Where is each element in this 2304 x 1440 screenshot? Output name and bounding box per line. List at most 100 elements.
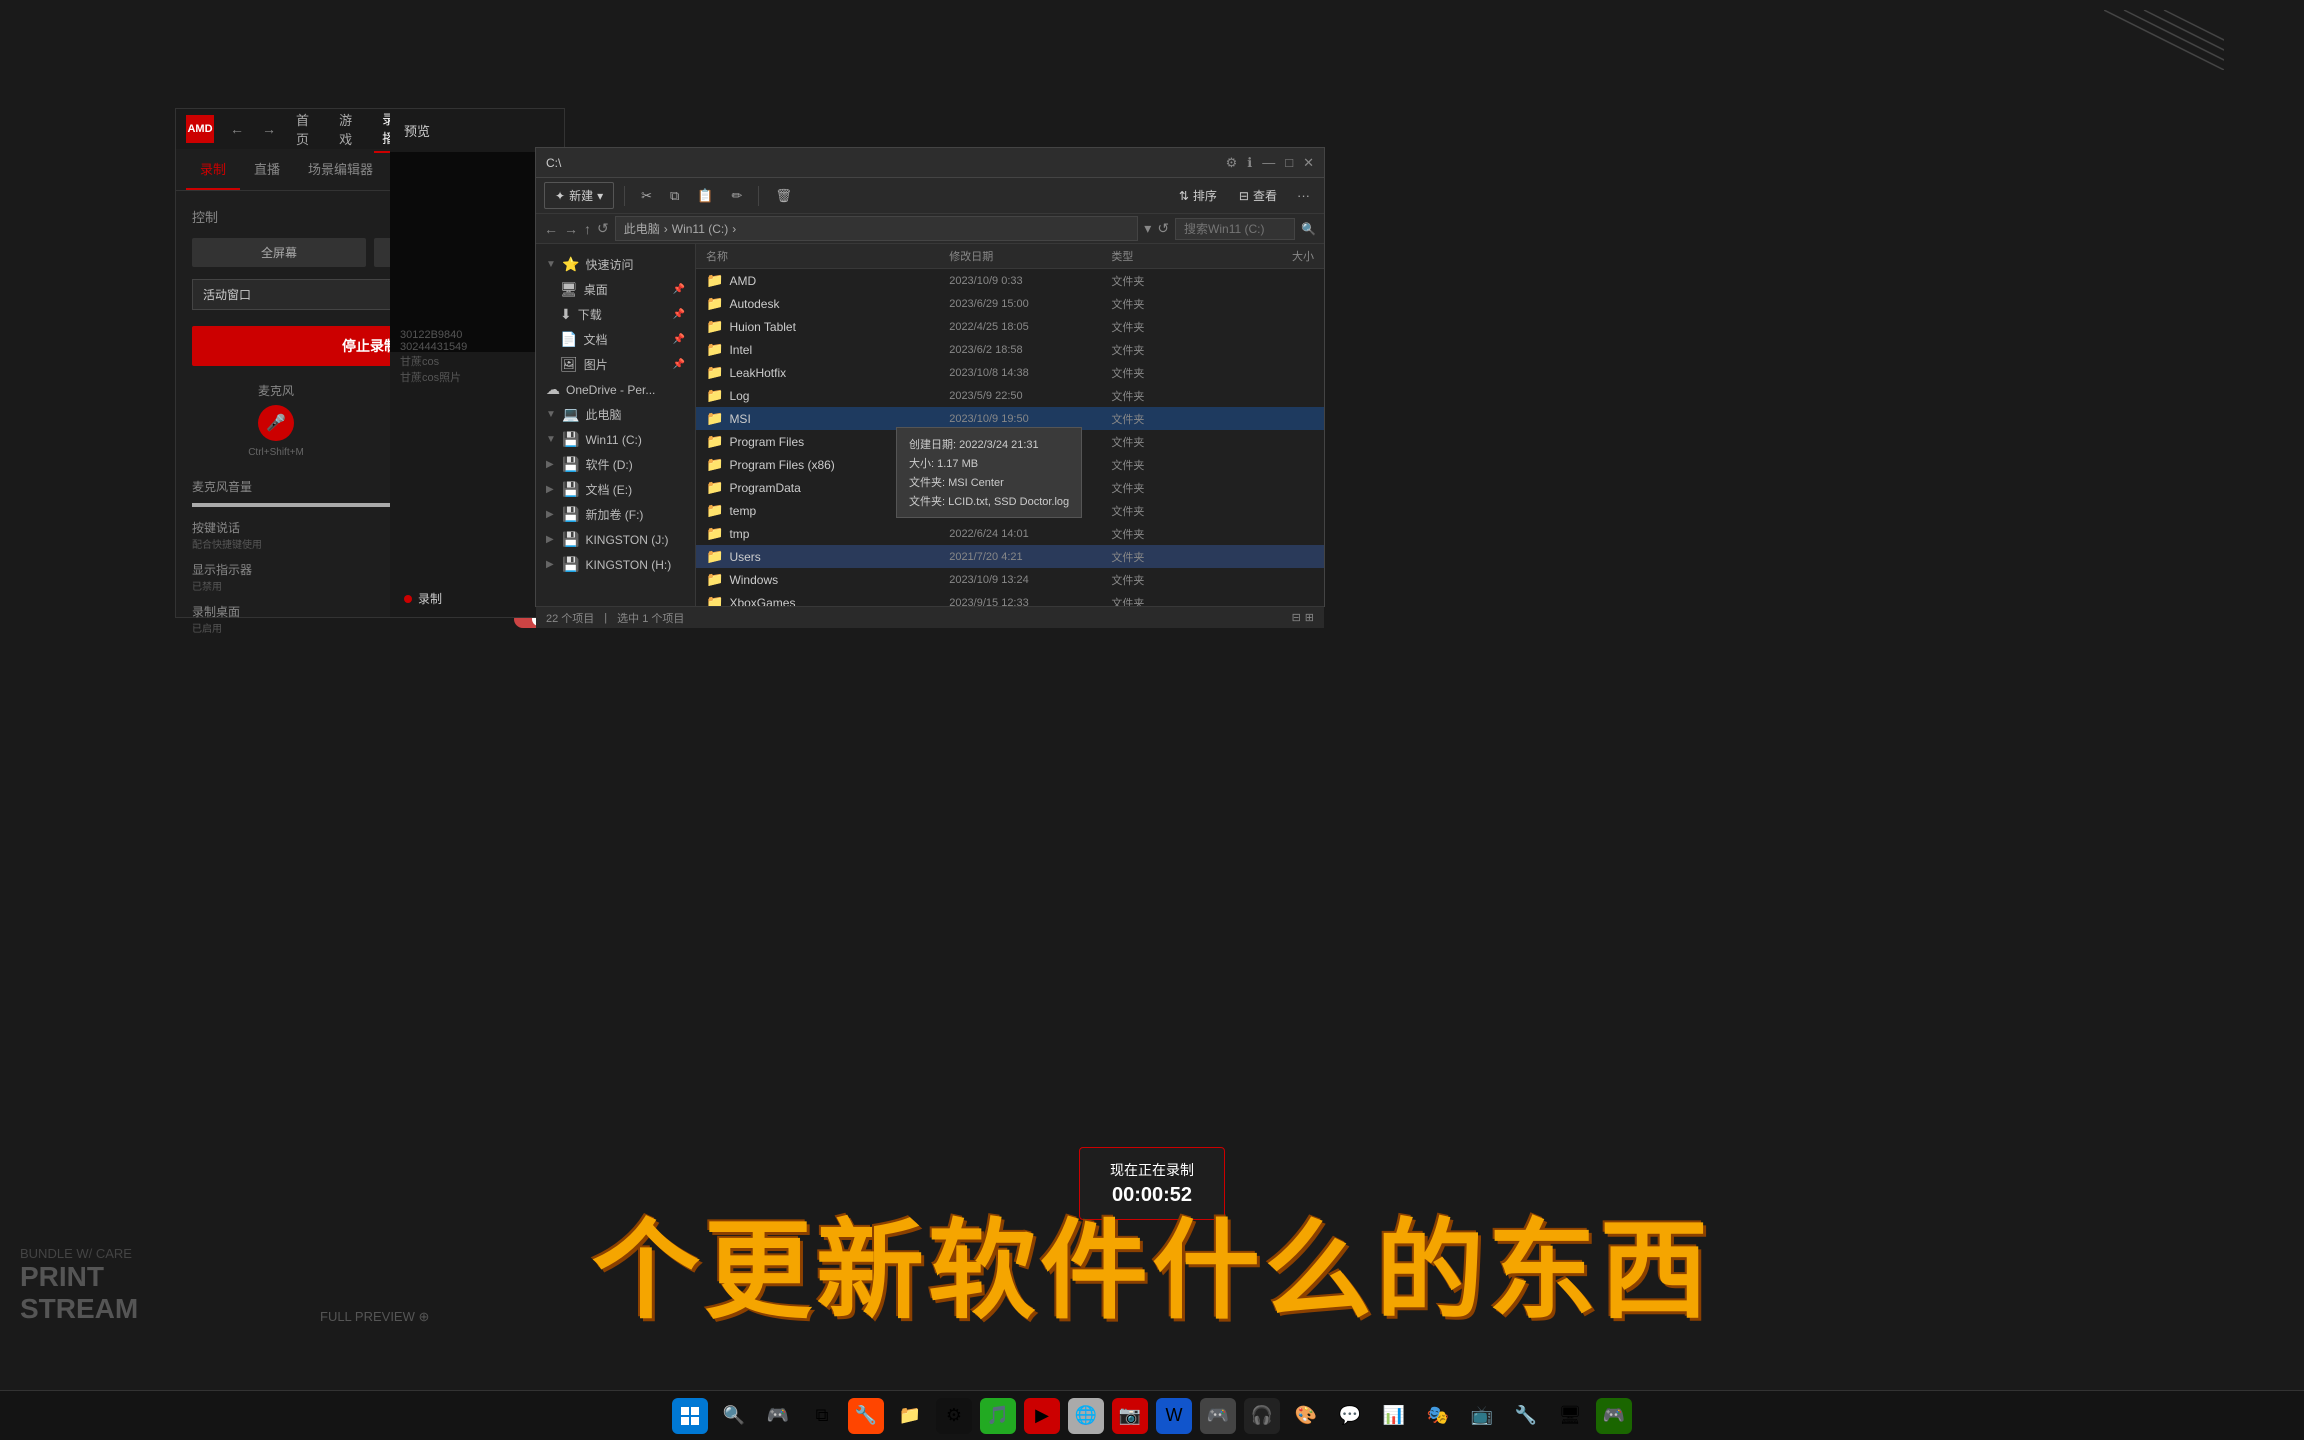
all-screen-btn[interactable]: 全屏幕 <box>192 238 366 267</box>
nav-refresh[interactable]: ↺ <box>597 220 609 237</box>
file-row-amd[interactable]: 📁AMD 2023/10/9 0:33 文件夹 <box>696 269 1324 292</box>
sidebar-pics[interactable]: 🖼 图片 📌 <box>536 352 695 377</box>
file-row-leakhotfix[interactable]: 📁LeakHotfix 2023/10/8 14:38 文件夹 <box>696 361 1324 384</box>
new-btn[interactable]: ✦ 新建 ▾ <box>544 182 614 209</box>
taskbar-widgets[interactable]: 🎮 <box>760 1398 796 1434</box>
sidebar-d[interactable]: ▶ 💾 软件 (D:) <box>536 452 695 477</box>
file-row-intel[interactable]: 📁Intel 2023/6/2 18:58 文件夹 <box>696 338 1324 361</box>
watermark-print: PRINT <box>20 1261 138 1293</box>
nav-up[interactable]: ↑ <box>584 221 591 237</box>
col-type[interactable]: 类型 <box>1111 248 1233 264</box>
nav-forward[interactable]: → <box>564 221 578 237</box>
sidebar-downloads[interactable]: ⬇ 下载 📌 <box>536 302 695 327</box>
taskbar-app1[interactable]: 🔧 <box>848 1398 884 1434</box>
mic-icon[interactable]: 🎤 <box>258 405 294 441</box>
nav-home[interactable]: 首页 <box>288 106 325 152</box>
sidebar-h[interactable]: ▶ 💾 KINGSTON (H:) <box>536 552 695 577</box>
folder-icon: 📁 <box>706 548 723 565</box>
taskbar-app5[interactable]: ▶ <box>1024 1398 1060 1434</box>
file-row-users[interactable]: 📁Users 2021/7/20 4:21 文件夹 <box>696 545 1324 568</box>
nav-forward-btn[interactable]: → <box>256 119 282 139</box>
expand-icon7: ▶ <box>546 534 556 545</box>
onedrive-icon: ☁ <box>546 381 560 398</box>
list-view-btn[interactable]: ⊟ <box>1292 611 1301 624</box>
taskbar-app11[interactable]: 🎨 <box>1288 1398 1324 1434</box>
search-icon[interactable]: 🔍 <box>1301 222 1316 236</box>
nav-back-btn[interactable]: ← <box>224 119 250 139</box>
j-drive-icon: 💾 <box>562 531 579 548</box>
breadcrumb[interactable]: 此电脑 › Win11 (C:) › <box>615 216 1139 241</box>
view-btn[interactable]: ⊟ 查看 <box>1231 183 1285 208</box>
taskbar-app16[interactable]: 🔧 <box>1508 1398 1544 1434</box>
col-name[interactable]: 名称 <box>706 248 949 264</box>
sidebar-docs[interactable]: 📄 文档 📌 <box>536 327 695 352</box>
rename-btn[interactable]: ✏ <box>726 185 749 207</box>
explorer-toolbar: ✦ 新建 ▾ ✂ ⧉ 📋 ✏ 🗑 ⇅ 排序 ⊟ 查看 ··· <box>536 178 1324 214</box>
exp-info-icon[interactable]: ℹ <box>1247 155 1252 171</box>
file-row-tmp[interactable]: 📁tmp 2022/6/24 14:01 文件夹 <box>696 522 1324 545</box>
taskbar-app12[interactable]: 💬 <box>1332 1398 1368 1434</box>
delete-btn[interactable]: 🗑 <box>769 185 798 207</box>
taskbar-windows[interactable] <box>672 1398 708 1434</box>
grid-view-btn[interactable]: ⊞ <box>1305 611 1314 624</box>
sidebar-onedrive[interactable]: ☁ OneDrive - Per... <box>536 377 695 402</box>
status-bar: 22 个项目 | 选中 1 个项目 ⊟ ⊞ <box>536 606 1324 628</box>
taskbar-app17[interactable]: 🖥 <box>1552 1398 1588 1434</box>
taskbar-app2[interactable]: 📁 <box>892 1398 928 1434</box>
sort-btn[interactable]: ⇅ 排序 <box>1171 183 1225 208</box>
exp-close-btn[interactable]: ✕ <box>1303 155 1314 171</box>
file-row-msi[interactable]: 📁MSI 2023/10/9 19:50 文件夹 创建日期: 2022/3/24… <box>696 407 1324 430</box>
status-selected: 选中 1 个项目 <box>617 610 684 626</box>
sidebar-j[interactable]: ▶ 💾 KINGSTON (J:) <box>536 527 695 552</box>
taskbar-search[interactable]: 🔍 <box>716 1398 752 1434</box>
nav-back[interactable]: ← <box>544 221 558 237</box>
file-row-autodesk[interactable]: 📁Autodesk 2023/6/29 15:00 文件夹 <box>696 292 1324 315</box>
more-btn[interactable]: ··· <box>1291 185 1316 206</box>
exp-settings-icon[interactable]: ⚙ <box>1226 155 1238 171</box>
sidebar-desktop[interactable]: 🖥 桌面 📌 <box>536 277 695 302</box>
nav-refresh2[interactable]: ↺ <box>1157 220 1169 237</box>
file-list: 名称 修改日期 类型 大小 📁AMD 2023/10/9 0:33 文件夹 📁A… <box>696 244 1324 606</box>
exp-maximize-btn[interactable]: □ <box>1285 155 1293 171</box>
nav-games[interactable]: 游戏 <box>331 106 368 152</box>
copy-btn[interactable]: ⧉ <box>664 185 685 207</box>
h-drive-icon: 💾 <box>562 556 579 573</box>
file-row-windows[interactable]: 📁Windows 2023/10/9 13:24 文件夹 <box>696 568 1324 591</box>
c-drive-icon: 💾 <box>562 431 579 448</box>
explorer-nav: ← → ↑ ↺ 此电脑 › Win11 (C:) › ▾ ↺ 🔍 <box>536 214 1324 244</box>
taskbar-app6[interactable]: 🌐 <box>1068 1398 1104 1434</box>
taskbar-app10[interactable]: 🎧 <box>1244 1398 1280 1434</box>
taskbar-app13[interactable]: 📊 <box>1376 1398 1412 1434</box>
taskbar-app3[interactable]: ⚙ <box>936 1398 972 1434</box>
sidebar-computer[interactable]: ▼ 💻 此电脑 <box>536 402 695 427</box>
taskbar-app7[interactable]: 📷 <box>1112 1398 1148 1434</box>
taskbar-app9[interactable]: 🎮 <box>1200 1398 1236 1434</box>
file-row-log[interactable]: 📁Log 2023/5/9 22:50 文件夹 <box>696 384 1324 407</box>
taskbar-steam[interactable]: 🎮 <box>1596 1398 1632 1434</box>
sidebar-f[interactable]: ▶ 💾 新加卷 (F:) <box>536 502 695 527</box>
tab-record[interactable]: 录制 <box>186 149 240 190</box>
breadcrumb-computer: 此电脑 <box>624 220 660 237</box>
sidebar-e[interactable]: ▶ 💾 文档 (E:) <box>536 477 695 502</box>
col-size[interactable]: 大小 <box>1233 248 1314 264</box>
sidebar-win11[interactable]: ▼ 💾 Win11 (C:) <box>536 427 695 452</box>
pin-icon3: 📌 <box>673 334 685 345</box>
side-panel-items: 30122B9840 30244431549 甘蔗cos 甘蔗cos照片 <box>400 329 467 385</box>
col-date[interactable]: 修改日期 <box>949 248 1111 264</box>
taskbar-app8[interactable]: W <box>1156 1398 1192 1434</box>
sidebar-quick-access[interactable]: ▼ ⭐ 快速访问 <box>536 252 695 277</box>
taskbar-app15[interactable]: 📺 <box>1464 1398 1500 1434</box>
taskbar-app14[interactable]: 🎭 <box>1420 1398 1456 1434</box>
nav-dropdown[interactable]: ▾ <box>1144 220 1151 237</box>
cut-btn[interactable]: ✂ <box>635 185 658 207</box>
exp-minimize-btn[interactable]: — <box>1262 155 1275 171</box>
taskbar-app4[interactable]: 🎵 <box>980 1398 1016 1434</box>
paste-btn[interactable]: 📋 <box>691 185 719 207</box>
file-row-huion[interactable]: 📁Huion Tablet 2022/4/25 18:05 文件夹 <box>696 315 1324 338</box>
search-box[interactable] <box>1175 218 1295 240</box>
file-row-xbox[interactable]: 📁XboxGames 2023/9/15 12:33 文件夹 <box>696 591 1324 606</box>
taskbar-multitask[interactable]: ⧉ <box>804 1398 840 1434</box>
explorer-body: ▼ ⭐ 快速访问 🖥 桌面 📌 ⬇ 下载 📌 📄 文档 📌 🖼 图片 <box>536 244 1324 606</box>
tab-live[interactable]: 直播 <box>240 149 294 190</box>
tab-scene[interactable]: 场景编辑器 <box>294 149 387 190</box>
